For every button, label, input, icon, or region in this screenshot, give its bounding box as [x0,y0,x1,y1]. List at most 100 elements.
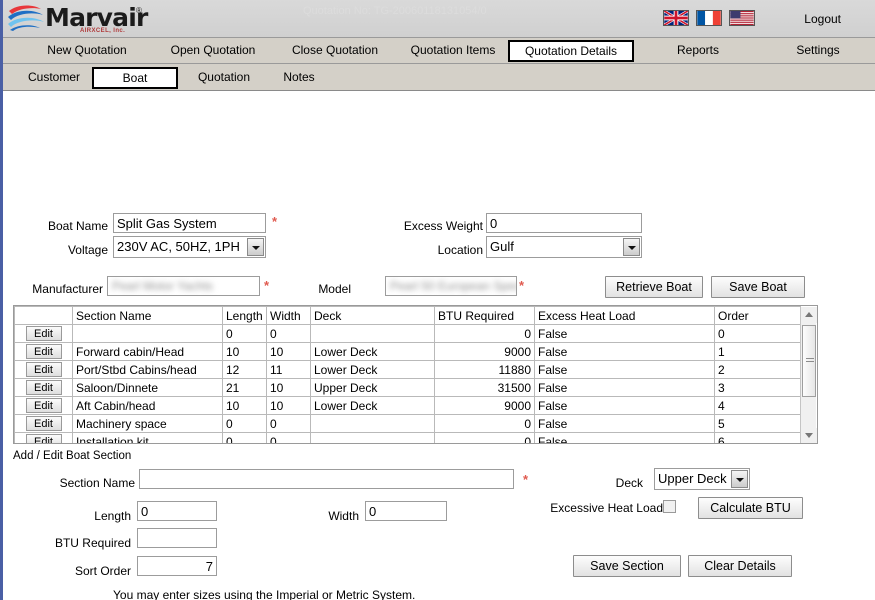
chevron-down-icon[interactable] [731,470,748,488]
deck-select[interactable]: Upper Deck [654,468,750,490]
subnav-item-quotation[interactable]: Quotation [180,67,268,89]
edit-row-button[interactable]: Edit [26,362,62,377]
cell-section-name: Machinery space [73,415,223,433]
retrieve-boat-button[interactable]: Retrieve Boat [605,276,703,298]
sort-order-label: Sort Order [55,564,131,578]
scroll-down-arrow-icon[interactable] [801,428,817,444]
edit-row-button[interactable]: Edit [26,434,62,444]
cell-section-name [73,325,223,343]
row-actions-cell: Edit [15,415,73,433]
voltage-select-value: 230V AC, 50HZ, 1PH [117,239,240,254]
table-row[interactable]: EditForward cabin/Head1010Lower Deck9000… [15,343,801,361]
cell-order: 4 [715,397,801,415]
model-value: Pearl 50 European Spec [386,277,516,295]
sort-order-input[interactable] [137,556,217,576]
sub-navigation: CustomerBoatQuotationNotes [3,64,875,91]
calculate-btu-button[interactable]: Calculate BTU [698,497,803,519]
btu-required-label: BTU Required [37,536,131,550]
table-row[interactable]: EditSaloon/Dinnete2110Upper Deck31500Fal… [15,379,801,397]
logout-link[interactable]: Logout [804,12,841,26]
cell-btu-required: 0 [435,433,535,445]
page-body: Boat Name * Voltage 230V AC, 50HZ, 1PH E… [3,91,875,596]
cell-btu-required: 0 [435,325,535,343]
clear-details-button[interactable]: Clear Details [688,555,792,577]
help-line-1: You may enter sizes using the Imperial o… [113,587,415,600]
cell-order: 1 [715,343,801,361]
mainnav-item-new-quotation[interactable]: New Quotation [17,40,157,62]
deck-label: Deck [603,476,643,490]
scrollbar-thumb[interactable] [802,325,816,397]
width-input[interactable] [365,501,447,521]
cell-excess-heat-load: False [535,343,715,361]
btu-required-input[interactable] [137,528,217,548]
section-name-required-marker: * [523,472,528,487]
location-label: Location [383,243,483,257]
boat-sections-table: Section NameLengthWidthDeckBTU RequiredE… [14,306,801,444]
manufacturer-input[interactable]: Pearl Motor Yachts [107,276,260,296]
edit-row-button[interactable]: Edit [26,416,62,431]
cell-width: 10 [267,343,311,361]
flag-us-icon[interactable] [729,10,755,26]
save-section-button[interactable]: Save Section [573,555,681,577]
chevron-down-icon[interactable] [247,238,264,256]
table-row[interactable]: EditPort/Stbd Cabins/head1211Lower Deck1… [15,361,801,379]
scroll-up-arrow-icon[interactable] [801,307,817,323]
logo-swoosh-icon [7,4,49,34]
excessive-heat-load-checkbox[interactable] [663,500,676,513]
edit-row-button[interactable]: Edit [26,344,62,359]
cell-deck [311,415,435,433]
edit-row-button[interactable]: Edit [26,326,62,341]
main-navigation: New QuotationOpen QuotationClose Quotati… [3,38,875,64]
cell-order: 3 [715,379,801,397]
mainnav-item-settings[interactable]: Settings [768,40,868,62]
voltage-select[interactable]: 230V AC, 50HZ, 1PH [113,236,266,258]
table-row[interactable]: EditMachinery space000False5 [15,415,801,433]
boat-name-input[interactable] [113,213,266,233]
edit-row-button[interactable]: Edit [26,380,62,395]
cell-btu-required: 0 [435,415,535,433]
flag-uk-icon[interactable] [663,10,689,26]
cell-width: 0 [267,325,311,343]
chevron-down-icon[interactable] [623,238,640,256]
language-flag-group [663,10,755,26]
model-label: Model [303,282,351,296]
row-actions-cell: Edit [15,325,73,343]
cell-length: 12 [223,361,267,379]
mainnav-item-open-quotation[interactable]: Open Quotation [143,40,283,62]
table-row[interactable]: EditAft Cabin/head1010Lower Deck9000Fals… [15,397,801,415]
table-row[interactable]: Edit000False0 [15,325,801,343]
manufacturer-value: Pearl Motor Yachts [108,277,259,295]
width-label: Width [303,509,359,523]
mainnav-item-quotation-details[interactable]: Quotation Details [508,40,634,62]
cell-section-name: Saloon/Dinnete [73,379,223,397]
mainnav-item-reports[interactable]: Reports [648,40,748,62]
location-select[interactable]: Gulf [486,236,642,258]
subnav-item-customer[interactable]: Customer [13,67,95,89]
column-header-section-name: Section Name [73,307,223,325]
column-header-btu-required: BTU Required [435,307,535,325]
cell-excess-heat-load: False [535,325,715,343]
cell-width: 11 [267,361,311,379]
cell-order: 0 [715,325,801,343]
subnav-item-notes[interactable]: Notes [266,67,332,89]
cell-deck [311,433,435,445]
save-boat-button[interactable]: Save Boat [711,276,805,298]
length-input[interactable] [137,501,217,521]
cell-order: 6 [715,433,801,445]
flag-fr-icon[interactable] [696,10,722,26]
mainnav-item-close-quotation[interactable]: Close Quotation [265,40,405,62]
marvair-logo[interactable]: Marvair ® AIRXCEL, Inc. [5,1,155,38]
mainnav-item-quotation-items[interactable]: Quotation Items [388,40,518,62]
cell-width: 0 [267,415,311,433]
model-input[interactable]: Pearl 50 European Spec [385,276,517,296]
excess-weight-input[interactable] [486,213,642,233]
cell-btu-required: 9000 [435,397,535,415]
table-row[interactable]: EditInstallation kit000False6 [15,433,801,445]
voltage-label: Voltage [23,243,108,257]
subnav-item-boat[interactable]: Boat [92,67,178,89]
section-name-input[interactable] [139,469,514,489]
edit-row-button[interactable]: Edit [26,398,62,413]
grid-vertical-scrollbar[interactable] [800,307,816,444]
cell-section-name: Port/Stbd Cabins/head [73,361,223,379]
cell-excess-heat-load: False [535,379,715,397]
